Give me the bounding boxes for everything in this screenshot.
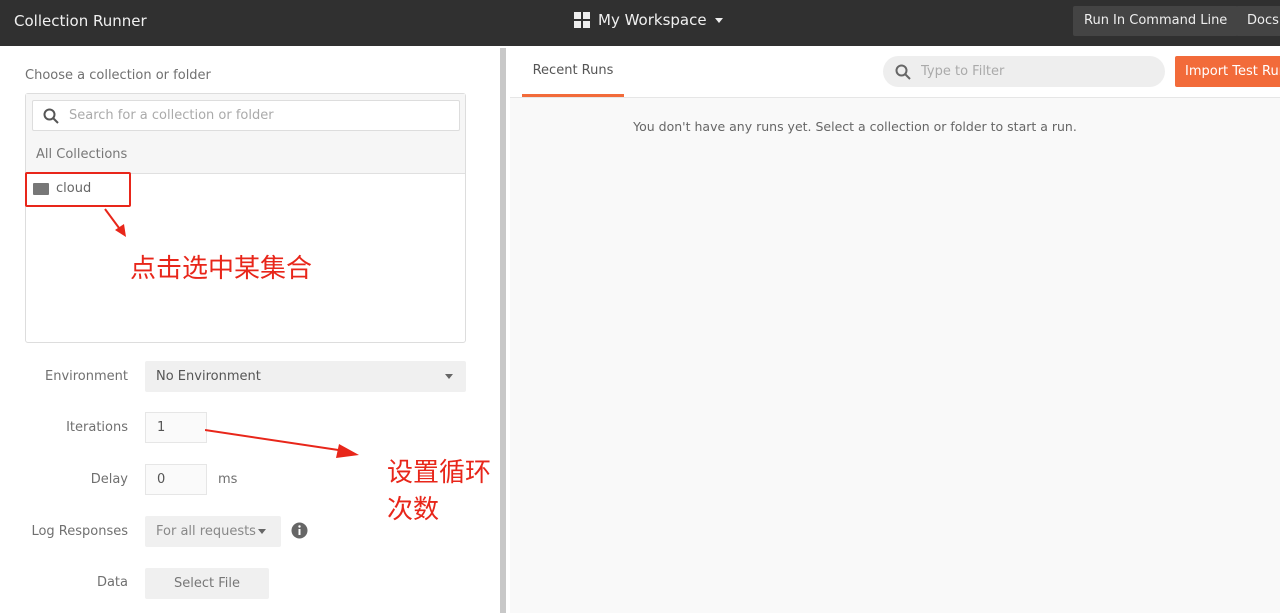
delay-unit: ms bbox=[218, 472, 238, 487]
annotation-set-iterations: 设置循环次数 bbox=[387, 458, 492, 525]
log-responses-value: For all requests bbox=[156, 524, 256, 539]
recent-runs-panel: Recent Runs Import Test Run You don't ha… bbox=[510, 46, 1280, 613]
environment-select[interactable]: No Environment bbox=[145, 361, 466, 392]
app-title: Collection Runner bbox=[14, 12, 147, 30]
import-test-run-button[interactable]: Import Test Run bbox=[1175, 56, 1280, 87]
chevron-down-icon bbox=[445, 374, 453, 379]
workspace-name: My Workspace bbox=[598, 11, 707, 29]
chevron-down-icon bbox=[258, 529, 266, 534]
workspace-switcher[interactable]: My Workspace bbox=[574, 11, 723, 29]
annotation-arrow bbox=[205, 429, 359, 458]
iterations-label: Iterations bbox=[66, 420, 128, 435]
docs-button[interactable]: Docs bbox=[1236, 6, 1280, 36]
choose-label: Choose a collection or folder bbox=[25, 68, 211, 83]
runner-config-panel: Choose a collection or folder All Collec… bbox=[0, 46, 500, 613]
log-responses-select[interactable]: For all requests bbox=[145, 516, 281, 547]
delay-input[interactable] bbox=[145, 464, 207, 495]
collection-picker: All Collections cloud bbox=[25, 93, 466, 343]
collection-search-input[interactable] bbox=[69, 108, 409, 123]
search-icon bbox=[43, 108, 59, 124]
collection-search[interactable] bbox=[32, 100, 460, 131]
workspace-grid-icon bbox=[574, 12, 590, 28]
annotation-highlight-box bbox=[25, 172, 131, 207]
filter-input[interactable] bbox=[921, 64, 1151, 79]
select-file-button[interactable]: Select File bbox=[145, 568, 269, 599]
annotation-arrow bbox=[104, 208, 126, 237]
filter-box[interactable] bbox=[883, 56, 1165, 87]
annotation-select-collection: 点击选中某集合 bbox=[130, 254, 313, 284]
delay-label: Delay bbox=[90, 472, 128, 487]
top-bar: Collection Runner My Workspace Run In Co… bbox=[0, 0, 1280, 46]
iterations-input[interactable] bbox=[145, 412, 207, 443]
empty-state-message: You don't have any runs yet. Select a co… bbox=[633, 119, 1077, 134]
panel-scrollbar[interactable] bbox=[500, 48, 506, 613]
tab-recent-runs[interactable]: Recent Runs bbox=[522, 46, 624, 97]
info-icon[interactable] bbox=[291, 522, 308, 539]
environment-value: No Environment bbox=[156, 369, 261, 384]
environment-label: Environment bbox=[44, 369, 128, 384]
search-icon bbox=[895, 64, 911, 80]
run-in-command-line-button[interactable]: Run In Command Line bbox=[1073, 6, 1239, 36]
log-responses-label: Log Responses bbox=[31, 524, 128, 539]
chevron-down-icon bbox=[714, 17, 723, 23]
tab-bar: Recent Runs Import Test Run bbox=[510, 46, 1280, 98]
all-collections-breadcrumb[interactable]: All Collections bbox=[36, 147, 127, 162]
data-label: Data bbox=[96, 575, 128, 590]
